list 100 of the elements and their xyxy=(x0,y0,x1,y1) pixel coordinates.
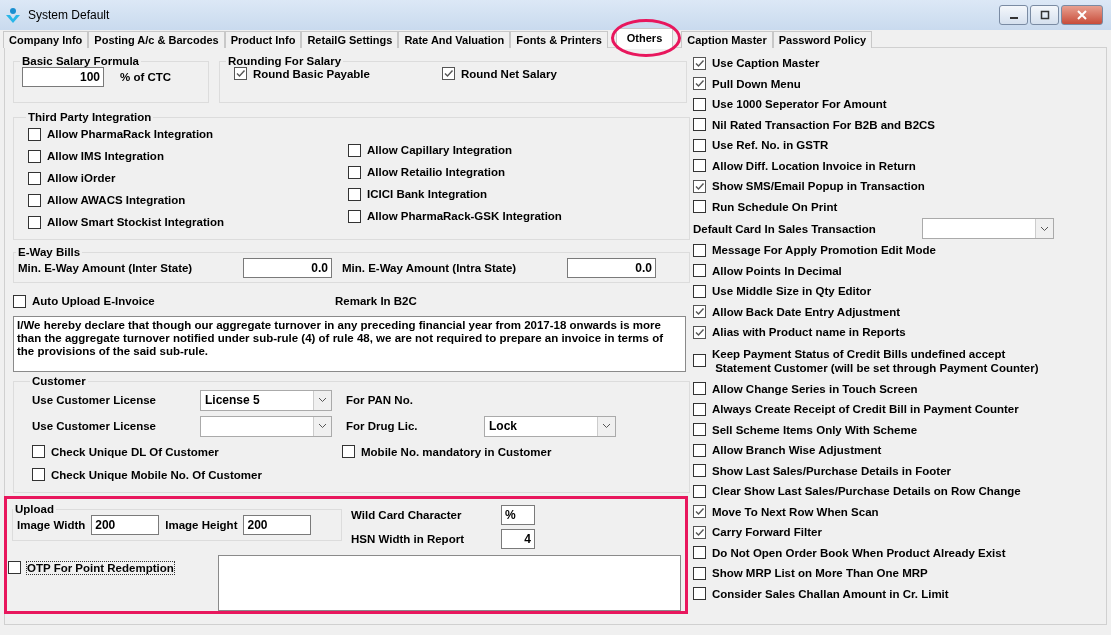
checkbox[interactable] xyxy=(342,445,355,458)
input-field[interactable]: 100 xyxy=(22,67,104,87)
checkbox[interactable] xyxy=(693,587,706,601)
tab[interactable]: Caption Master xyxy=(681,31,773,48)
checkbox-label: Sell Scheme Items Only With Scheme xyxy=(712,422,918,437)
checkbox-label: Nil Rated Transaction For B2B and B2CS xyxy=(712,117,935,132)
checkbox[interactable] xyxy=(693,423,706,437)
checkbox-label: Use Caption Master xyxy=(712,56,820,71)
checkbox-label: Allow IMS Integration xyxy=(47,150,164,162)
checkbox[interactable] xyxy=(693,566,706,580)
checkbox[interactable] xyxy=(693,505,706,519)
checkbox[interactable] xyxy=(693,325,706,339)
tab[interactable]: Product Info xyxy=(224,31,302,48)
input-field[interactable]: 0.0 xyxy=(567,258,656,278)
checkbox-label: Always Create Receipt of Credit Bill in Payment Counter xyxy=(712,402,1019,417)
field-label: HSN Width in Report xyxy=(351,533,465,545)
caret-icon xyxy=(1035,219,1053,238)
checkbox-label: Use Middle Size in Qty Editor xyxy=(712,284,872,299)
checkbox[interactable] xyxy=(13,294,26,308)
checkbox[interactable] xyxy=(693,464,706,478)
app-logo-icon xyxy=(4,6,22,24)
checkbox-label: Round Basic Payable xyxy=(253,67,370,80)
tab[interactable]: RetailG Settings xyxy=(301,31,399,48)
text-area[interactable] xyxy=(218,555,681,611)
tab[interactable]: Fonts & Printers xyxy=(510,31,608,48)
checkbox[interactable] xyxy=(28,171,41,185)
checkbox[interactable] xyxy=(32,468,45,481)
dropdown[interactable]: Lock xyxy=(484,415,616,437)
caret-icon xyxy=(597,416,615,436)
checkbox[interactable] xyxy=(693,77,706,91)
checkbox-label: Allow Change Series in Touch Screen xyxy=(712,381,918,396)
tab[interactable]: Company Info xyxy=(3,31,89,48)
checkbox[interactable] xyxy=(348,187,361,201)
group-title: Customer xyxy=(31,375,87,387)
checkbox[interactable] xyxy=(8,561,21,574)
checkbox[interactable] xyxy=(28,127,41,141)
checkbox[interactable] xyxy=(693,138,706,152)
input-field[interactable]: 200 xyxy=(91,515,160,535)
checkbox-label: Message For Apply Promotion Edit Mode xyxy=(712,243,936,258)
checkbox[interactable] xyxy=(348,143,361,157)
checkbox[interactable] xyxy=(693,525,706,539)
remark-text-area[interactable]: I/We hereby declare that though our aggregate turnover in any preceding financial year from 2017-18 onwards is more than the aggregate turnover notified under sub-rule (4) of rule 48, we are not required to prepare an invoice in terms of the provisions of the said sub-rule. xyxy=(13,316,686,372)
checkbox[interactable] xyxy=(28,193,41,207)
checkbox[interactable] xyxy=(693,118,706,132)
checkbox[interactable] xyxy=(693,264,706,278)
checkbox[interactable] xyxy=(693,354,706,367)
checkbox-label: Allow Points In Decimal xyxy=(712,263,842,278)
checkbox[interactable] xyxy=(693,305,706,319)
checkbox-label: Allow Capillary Integration xyxy=(367,144,513,156)
field-label: Min. E-Way Amount (Inter State) xyxy=(18,262,194,274)
checkbox-label: Round Net Salary xyxy=(461,67,557,80)
checkbox[interactable] xyxy=(693,97,706,111)
field-label: Default Card In Sales Transaction xyxy=(693,222,877,235)
checkbox[interactable] xyxy=(32,445,45,458)
checkbox-label: Allow AWACS Integration xyxy=(47,194,186,206)
field-label: Min. E-Way Amount (Intra State) xyxy=(342,262,518,274)
checkbox[interactable] xyxy=(693,284,706,298)
checkbox-label: Consider Sales Challan Amount in Cr. Limit xyxy=(712,586,949,601)
input-field[interactable]: 4 xyxy=(501,529,535,549)
checkbox[interactable] xyxy=(693,443,706,457)
input-field[interactable]: 200 xyxy=(243,515,312,535)
checkbox[interactable] xyxy=(693,546,706,560)
checkbox-label: Allow Branch Wise Adjustment xyxy=(712,443,882,458)
field-label: For Drug Lic. xyxy=(346,420,419,432)
checkbox-label: Allow Back Date Entry Adjustment xyxy=(712,304,901,319)
checkbox[interactable] xyxy=(348,165,361,179)
input-field[interactable]: % xyxy=(501,505,535,525)
checkbox[interactable] xyxy=(693,56,706,70)
dropdown[interactable]: License 5 xyxy=(200,389,332,411)
field-label: Image Width xyxy=(17,519,86,531)
tab[interactable]: Others xyxy=(615,28,674,49)
input-field[interactable]: 0.0 xyxy=(243,258,332,278)
checkbox[interactable] xyxy=(693,200,706,214)
checkbox-label: Alias with Product name in Reports xyxy=(712,325,906,340)
checkbox[interactable] xyxy=(234,67,247,80)
checkbox[interactable] xyxy=(693,243,706,257)
maximize-icon[interactable] xyxy=(1030,5,1059,25)
field-label: For PAN No. xyxy=(346,394,414,406)
checkbox-label: Allow Smart Stockist Integration xyxy=(47,216,224,228)
close-icon[interactable] xyxy=(1061,5,1103,25)
checkbox[interactable] xyxy=(693,382,706,396)
checkbox[interactable] xyxy=(693,159,706,173)
checkbox[interactable] xyxy=(348,209,361,223)
tab[interactable]: Password Policy xyxy=(772,31,873,48)
checkbox[interactable] xyxy=(442,67,455,80)
tab[interactable]: Posting A/c & Barcodes xyxy=(88,31,225,48)
checkbox[interactable] xyxy=(28,215,41,229)
group-title: Rounding For Salary xyxy=(227,55,343,67)
checkbox-label: Allow PharmaRack Integration xyxy=(47,128,214,140)
checkbox[interactable] xyxy=(28,149,41,163)
checkbox[interactable] xyxy=(693,484,706,498)
checkbox-label: Use 1000 Seperator For Amount xyxy=(712,97,887,112)
field-label: Use Customer License xyxy=(32,420,157,432)
minimize-icon[interactable] xyxy=(999,5,1028,25)
group-title: Third Party Integration xyxy=(27,111,153,123)
checkbox[interactable] xyxy=(693,179,706,193)
checkbox[interactable] xyxy=(693,402,706,416)
checkbox-label: Auto Upload E-Invoice xyxy=(32,295,155,307)
tab[interactable]: Rate And Valuation xyxy=(398,31,511,48)
checkbox-label: Mobile No. mandatory in Customer xyxy=(361,445,552,458)
